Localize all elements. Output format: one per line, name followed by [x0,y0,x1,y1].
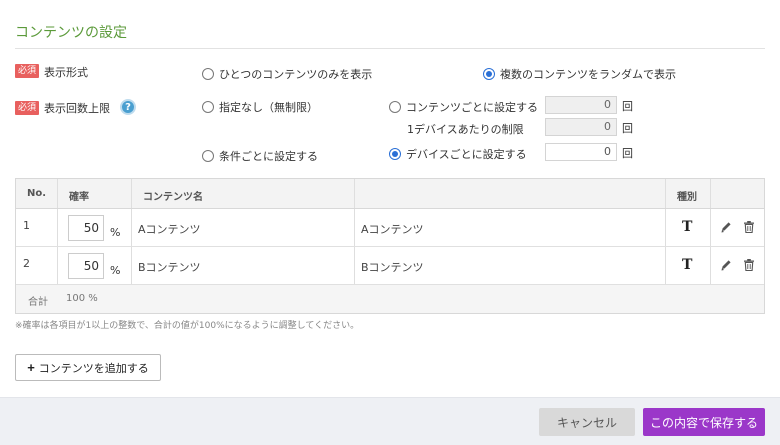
row-number: 2 [23,257,30,270]
content-name: Bコンテンツ [138,261,201,274]
radio-per-condition-circle[interactable] [202,150,214,162]
header-content-name: コンテンツ名 [143,192,203,203]
title-divider [15,48,765,49]
table-header: No. 確率 コンテンツ名 種別 [16,179,764,209]
probability-input[interactable]: 50 [68,215,104,241]
radio-per-content[interactable]: コンテンツごとに設定する [389,99,538,115]
help-icon[interactable]: ? [120,99,136,115]
percent-unit: % [110,264,121,277]
edit-pencil-icon[interactable] [720,220,732,234]
sum-label: 合計 [28,297,48,308]
radio-random-label: 複数のコンテンツをランダムで表示 [500,68,676,81]
table-row: 1 50 % Aコンテンツ Aコンテンツ T [16,209,764,247]
sum-row: 合計 100 % [16,285,764,313]
per-content-limit-field: 0 [545,96,617,114]
per-device-limit-label: 1デバイスあたりの制限 [407,123,524,136]
content-name: Aコンテンツ [138,223,201,236]
per-device-limit-field: 0 [545,118,617,136]
per-device-value-input[interactable]: 0 [545,143,617,161]
radio-random-circle[interactable] [483,68,495,80]
row-number: 1 [23,219,30,232]
plus-icon: + [27,360,35,375]
probability-input[interactable]: 50 [68,253,104,279]
percent-unit: % [110,226,121,239]
unit-label: 回 [622,122,633,135]
radio-per-device[interactable]: デバイスごとに設定する [389,146,527,162]
radio-per-device-circle[interactable] [389,148,401,160]
required-badge: 必須 [15,64,40,78]
text-type-icon: T [682,219,693,235]
section-title: コンテンツの設定 [15,25,127,41]
delete-trash-icon[interactable] [743,220,755,234]
radio-no-limit-label: 指定なし（無制限） [219,101,318,114]
radio-per-condition[interactable]: 条件ごとに設定する [202,148,318,164]
content-description: Aコンテンツ [361,223,424,236]
unit-label: 回 [622,100,633,113]
content-description: Bコンテンツ [361,261,424,274]
radio-per-content-circle[interactable] [389,101,401,113]
add-content-label: コンテンツを追加する [38,362,149,375]
display-format-label: 表示形式 [44,66,88,79]
radio-single-label: ひとつのコンテンツのみを表示 [219,68,373,81]
radio-single-content[interactable]: ひとつのコンテンツのみを表示 [202,66,372,82]
header-probability: 確率 [69,192,89,203]
add-content-button[interactable]: + コンテンツを追加する [15,354,161,381]
radio-per-device-label: デバイスごとに設定する [406,148,527,161]
header-no: No. [27,188,47,199]
edit-pencil-icon[interactable] [720,258,732,272]
sum-value: 100 % [66,293,98,304]
radio-per-content-label: コンテンツごとに設定する [406,101,538,114]
footer-bar: キャンセル この内容で保存する [0,397,780,445]
radio-per-condition-label: 条件ごとに設定する [219,150,318,163]
radio-no-limit[interactable]: 指定なし（無制限） [202,99,318,115]
content-table: No. 確率 コンテンツ名 種別 1 50 % Aコンテンツ Aコンテンツ T [15,178,765,314]
delete-trash-icon[interactable] [743,258,755,272]
cancel-button[interactable]: キャンセル [539,408,635,436]
radio-no-limit-circle[interactable] [202,101,214,113]
required-badge: 必須 [15,101,40,115]
text-type-icon: T [682,257,693,273]
table-row: 2 50 % Bコンテンツ Bコンテンツ T [16,247,764,285]
header-type: 種別 [677,192,697,203]
save-button[interactable]: この内容で保存する [643,408,765,436]
display-limit-label: 表示回数上限 [44,102,110,115]
radio-random-content[interactable]: 複数のコンテンツをランダムで表示 [483,66,676,82]
probability-note: ※確率は各項目が1以上の整数で、合計の値が100%になるように調整してください。 [15,321,360,331]
unit-label: 回 [622,147,633,160]
radio-single-circle[interactable] [202,68,214,80]
